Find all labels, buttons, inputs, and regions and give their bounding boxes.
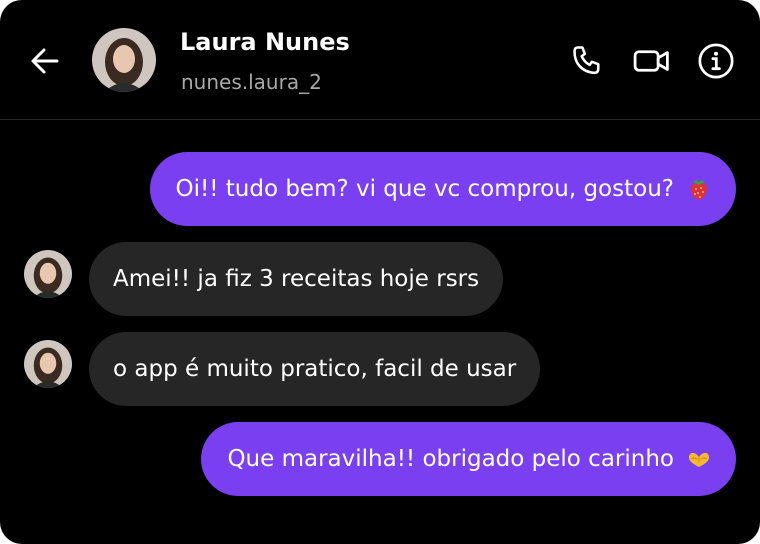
avatar[interactable] xyxy=(92,28,156,92)
message-text: Oi!! tudo bem? vi que vc comprou, gostou… xyxy=(175,176,675,202)
arrow-left-icon xyxy=(31,48,59,74)
phone-icon xyxy=(573,46,600,75)
message-bubble-sent[interactable]: Que maravilha!! obrigado pelo carinho xyxy=(201,422,736,496)
message-text: Que maravilha!! obrigado pelo carinho xyxy=(227,446,674,472)
strawberry-emoji xyxy=(690,180,708,200)
message-bubble-received[interactable]: o app é muito pratico, facil de usar xyxy=(89,332,541,406)
avatar[interactable] xyxy=(24,340,72,388)
message-text: o app é muito pratico, facil de usar xyxy=(113,356,517,382)
avatar[interactable] xyxy=(24,250,72,298)
message-bubble-sent[interactable]: Oi!! tudo bem? vi que vc comprou, gostou… xyxy=(149,152,736,226)
video-call-button[interactable] xyxy=(632,41,672,81)
chat-window: Laura Nunes nunes.laura_2 Oi!! tudo bem?… xyxy=(0,0,760,544)
call-button[interactable] xyxy=(568,41,608,81)
info-icon xyxy=(698,43,734,79)
contact-username: nunes.laura_2 xyxy=(181,70,322,94)
message-text: Amei!! ja fiz 3 receitas hoje rsrs xyxy=(113,266,480,292)
back-button[interactable] xyxy=(26,42,64,80)
contact-name[interactable]: Laura Nunes xyxy=(180,28,350,56)
video-camera-icon xyxy=(633,50,669,72)
info-button[interactable] xyxy=(696,41,736,81)
heart-hands-emoji xyxy=(689,452,709,467)
chat-header: Laura Nunes nunes.laura_2 xyxy=(0,0,760,120)
message-bubble-received[interactable]: Amei!! ja fiz 3 receitas hoje rsrs xyxy=(89,242,504,316)
